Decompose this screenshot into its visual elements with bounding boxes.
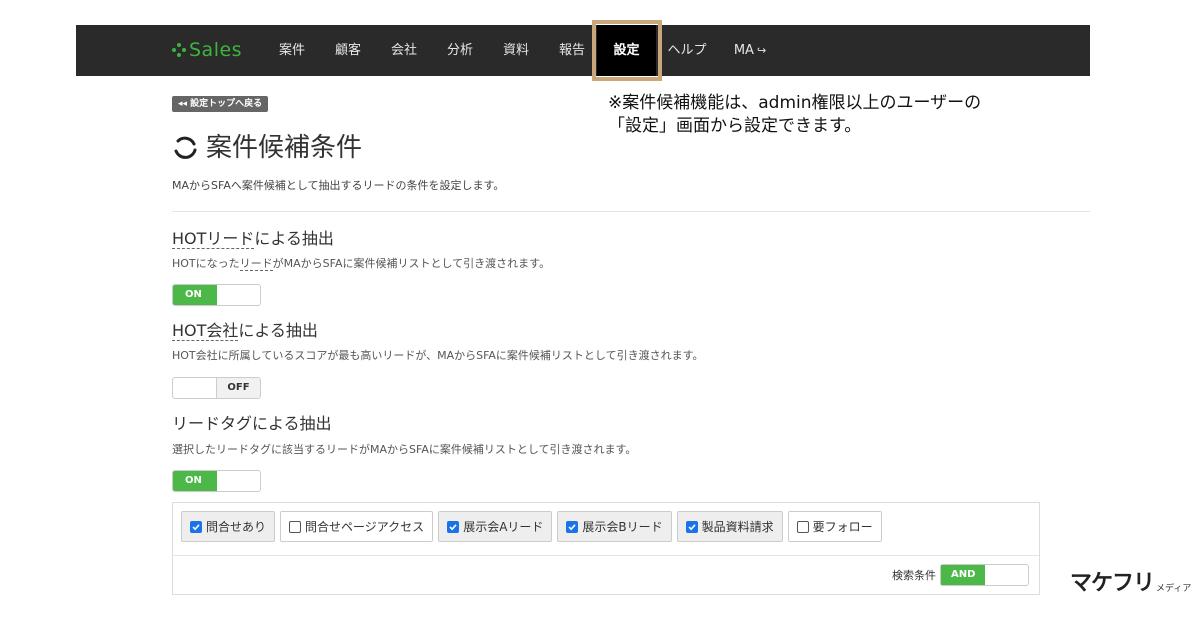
tag-inquiry-page-access[interactable]: 問合せページアクセス — [280, 511, 434, 542]
search-condition-label: 検索条件 — [892, 569, 936, 582]
lead-tag-panel: 問合せあり 問合せページアクセス 展示会Aリード 展示会Bリード 製品資料請求 … — [172, 502, 1040, 595]
section-title-lead-tag: リードタグによる抽出 — [172, 414, 332, 433]
hot-lead-desc-post: がMAからSFAに案件候補リストとして引き渡されます。 — [272, 257, 551, 270]
nav-item-ma[interactable]: MA ↪ — [726, 25, 774, 76]
brand-logo[interactable]: Sales — [172, 39, 242, 61]
hot-company-title-suffix: による抽出 — [238, 321, 318, 340]
lead-term-link[interactable]: リード — [239, 257, 273, 271]
page-title: 案件候補条件 — [206, 133, 363, 163]
checkbox-checked-icon — [190, 520, 202, 533]
watermark-sub: メディア — [1156, 584, 1192, 594]
settings-highlight-frame — [592, 20, 662, 81]
tag-label: 要フォロー — [812, 520, 873, 534]
hot-lead-title-suffix: による抽出 — [254, 229, 334, 248]
note-line-2: 「設定」画面から設定できます。 — [608, 116, 862, 136]
tag-label: 展示会Aリード — [463, 520, 544, 534]
nav-item-ma-label: MA — [733, 43, 754, 58]
section-desc-hot-company: HOT会社に所属しているスコアが最も高いリードが、MAからSFAに案件候補リスト… — [172, 349, 704, 362]
section-desc-lead-tag: 選択したリードタグに該当するリードがMAからSFAに案件候補リストとして引き渡さ… — [172, 443, 637, 456]
search-condition-toggle[interactable]: AND — [940, 564, 1029, 586]
tag-label: 問合せページアクセス — [305, 520, 425, 534]
watermark-logo: マケフリ メディア — [1070, 565, 1191, 597]
nav-item-analysis[interactable]: 分析 — [438, 25, 482, 76]
page-header: 案件候補条件 — [172, 131, 362, 165]
watermark-main: マケフリ — [1070, 571, 1155, 596]
toggle-on-state: ON — [173, 471, 217, 491]
note-line-1: ※案件候補機能は、admin権限以上のユーザーの — [608, 93, 982, 113]
section-title-hot-lead: HOTリードによる抽出 — [172, 228, 334, 250]
hot-lead-term[interactable]: HOTリード — [172, 229, 255, 249]
search-condition-value: AND — [941, 565, 985, 585]
toggle-off-state: OFF — [216, 378, 260, 398]
hot-lead-toggle[interactable]: ON — [172, 284, 261, 306]
top-navbar: Sales 案件 顧客 会社 分析 資料 報告 設定 ヘルプ MA ↪ — [76, 25, 1090, 76]
section-title-hot-company: HOT会社による抽出 — [172, 320, 318, 342]
annotation-note: ※案件候補機能は、admin権限以上のユーザーの 「設定」画面から設定できます。 — [608, 92, 981, 138]
lead-tag-toggle[interactable]: ON — [172, 470, 261, 492]
checkbox-unchecked-icon — [289, 520, 302, 533]
hot-company-term[interactable]: HOT会社 — [172, 321, 239, 341]
tag-label: 製品資料請求 — [701, 520, 774, 534]
hot-lead-desc-pre: HOTになった — [172, 257, 240, 270]
logout-icon: ↪ — [756, 44, 767, 57]
page-description: MAからSFAへ案件候補として抽出するリードの条件を設定します。 — [172, 179, 505, 192]
tag-inquiry[interactable]: 問合せあり — [181, 511, 276, 542]
checkbox-unchecked-icon — [796, 520, 809, 533]
nav-item-companies[interactable]: 会社 — [382, 25, 426, 76]
nav-item-deals[interactable]: 案件 — [270, 25, 314, 76]
tag-product-material-request[interactable]: 製品資料請求 — [676, 511, 783, 542]
nav-item-materials[interactable]: 資料 — [494, 25, 538, 76]
panel-divider — [173, 555, 1039, 556]
refresh-icon — [174, 136, 197, 159]
hot-company-toggle[interactable]: OFF — [172, 377, 261, 399]
tag-label: 問合せあり — [206, 520, 267, 534]
tag-exhibition-b[interactable]: 展示会Bリード — [557, 511, 672, 542]
search-condition-row: 検索条件 AND — [892, 564, 1029, 586]
checkbox-checked-icon — [447, 520, 460, 533]
header-divider — [172, 211, 1090, 212]
toggle-on-state: ON — [173, 285, 217, 305]
section-desc-hot-lead: HOTになったリードがMAからSFAに案件候補リストとして引き渡されます。 — [172, 256, 550, 272]
tag-exhibition-a[interactable]: 展示会Aリード — [438, 511, 553, 542]
tag-label: 展示会Bリード — [582, 520, 663, 534]
checkbox-checked-icon — [566, 520, 579, 533]
lead-tag-list: 問合せあり 問合せページアクセス 展示会Aリード 展示会Bリード 製品資料請求 … — [181, 511, 882, 542]
nav-item-reports[interactable]: 報告 — [550, 25, 594, 76]
tag-follow-up[interactable]: 要フォロー — [787, 511, 882, 542]
checkbox-checked-icon — [685, 520, 698, 533]
nav-item-help[interactable]: ヘルプ — [662, 25, 712, 76]
brand-name: Sales — [189, 39, 243, 61]
logo-dots-icon — [172, 43, 186, 57]
nav-item-customers[interactable]: 顧客 — [326, 25, 370, 76]
back-to-settings-button[interactable]: ◂◂ 設定トップへ戻る — [172, 96, 269, 112]
